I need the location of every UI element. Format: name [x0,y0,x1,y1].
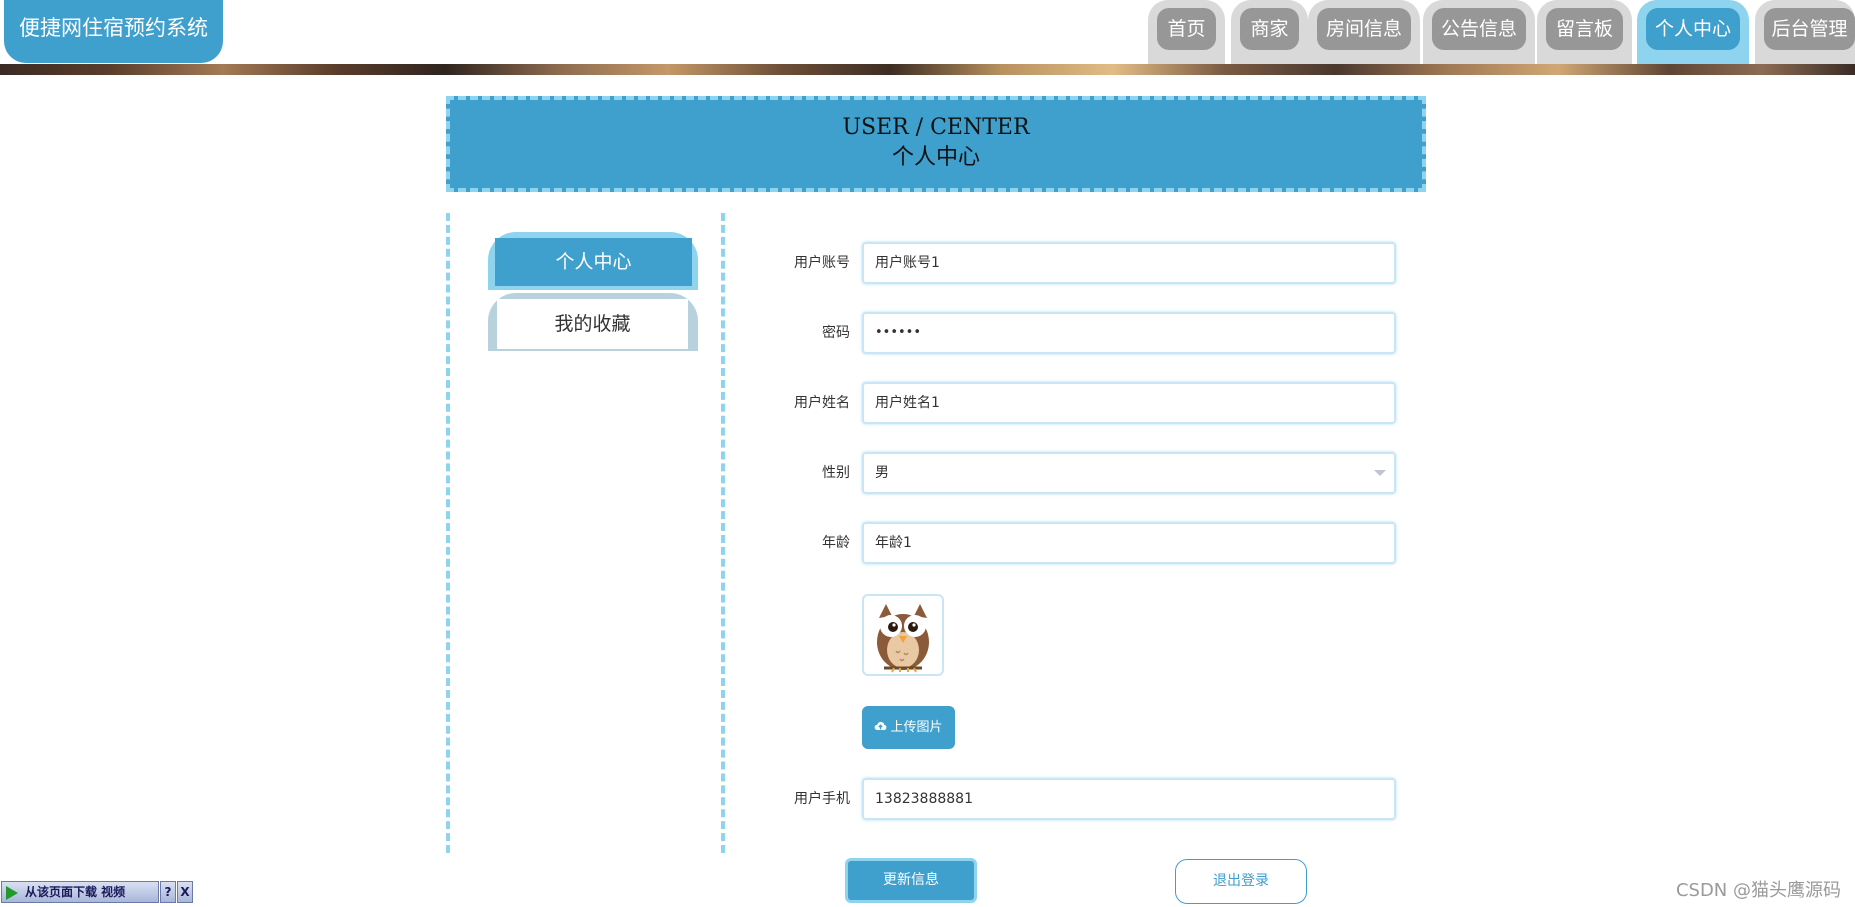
owl-avatar-icon [877,604,929,673]
password-field[interactable]: •••••• [862,312,1396,354]
avatar [862,594,944,676]
phone-field[interactable]: 13823888881 [862,778,1396,820]
chevron-down-icon[interactable] [1374,470,1386,476]
gender-select[interactable]: 男 [862,452,1396,494]
form-row-gender: 性别 男 [770,452,1400,494]
gender-label: 性别 [822,465,850,481]
page-title-en: USER / CENTER [842,115,1030,140]
phone-label: 用户手机 [794,791,850,807]
age-field[interactable]: 年龄1 [862,522,1396,564]
form-row-phone: 用户手机 13823888881 [770,778,1400,820]
help-icon[interactable]: ? [160,881,176,903]
sidebar-item-user-center[interactable]: 个人中心 [488,232,698,290]
form-row-password: 密码 •••••• [770,312,1400,354]
nav-item-admin[interactable]: 后台管理 [1755,0,1855,64]
upload-button-label: 上传图片 [890,720,943,735]
download-video-button[interactable]: 从该页面下载 视频 [1,881,159,903]
name-field[interactable]: 用户姓名1 [862,382,1396,424]
page-title-box: USER / CENTER 个人中心 [446,96,1426,192]
gender-selected-value: 男 [875,465,889,481]
sidebar: 个人中心 我的收藏 [446,213,725,853]
nav-item-label[interactable]: 商家 [1240,8,1299,50]
nav-item-message-board[interactable]: 留言板 [1537,0,1632,64]
upload-image-button[interactable]: 上传图片 [862,706,955,749]
account-field[interactable]: 用户账号1 [862,242,1396,284]
age-label: 年龄 [822,535,850,551]
sidebar-item-label[interactable]: 我的收藏 [497,299,688,349]
password-label: 密码 [822,325,850,341]
top-header: 便捷网住宿预约系统 首页 商家 房间信息 公告信息 留言板 个人中心 后台管理 [0,0,1855,64]
nav-item-user-center[interactable]: 个人中心 [1637,0,1749,64]
logout-button[interactable]: 退出登录 [1175,859,1307,904]
main-nav: 首页 商家 房间信息 公告信息 留言板 个人中心 后台管理 [0,0,1855,64]
page-title-zh: 个人中心 [891,145,980,170]
account-label: 用户账号 [794,255,850,271]
video-download-bar: 从该页面下载 视频 ? X [0,880,194,905]
nav-item-announcements[interactable]: 公告信息 [1423,0,1535,64]
close-icon[interactable]: X [177,881,193,903]
sidebar-item-label[interactable]: 个人中心 [495,238,692,286]
nav-item-merchants[interactable]: 商家 [1231,0,1308,64]
nav-item-rooms[interactable]: 房间信息 [1308,0,1420,64]
watermark: CSDN @猫头鹰源码 [1675,880,1841,901]
nav-item-label[interactable]: 首页 [1157,8,1216,50]
nav-item-home[interactable]: 首页 [1148,0,1225,64]
nav-item-label[interactable]: 留言板 [1546,8,1623,50]
form-row-name: 用户姓名 用户姓名1 [770,382,1400,424]
form-row-age: 年龄 年龄1 [770,522,1400,564]
header-banner-image [0,64,1855,75]
cloud-upload-icon [874,706,887,749]
nav-item-label[interactable]: 个人中心 [1646,8,1740,50]
play-icon [6,886,18,900]
update-info-button[interactable]: 更新信息 [845,858,977,903]
name-label: 用户姓名 [794,395,850,411]
nav-item-label[interactable]: 房间信息 [1317,8,1411,50]
nav-item-label[interactable]: 公告信息 [1432,8,1526,50]
sidebar-item-favorites[interactable]: 我的收藏 [488,293,698,351]
download-video-label: 从该页面下载 视频 [25,885,126,899]
nav-item-label[interactable]: 后台管理 [1764,8,1855,50]
form-row-account: 用户账号 用户账号1 [770,242,1400,284]
